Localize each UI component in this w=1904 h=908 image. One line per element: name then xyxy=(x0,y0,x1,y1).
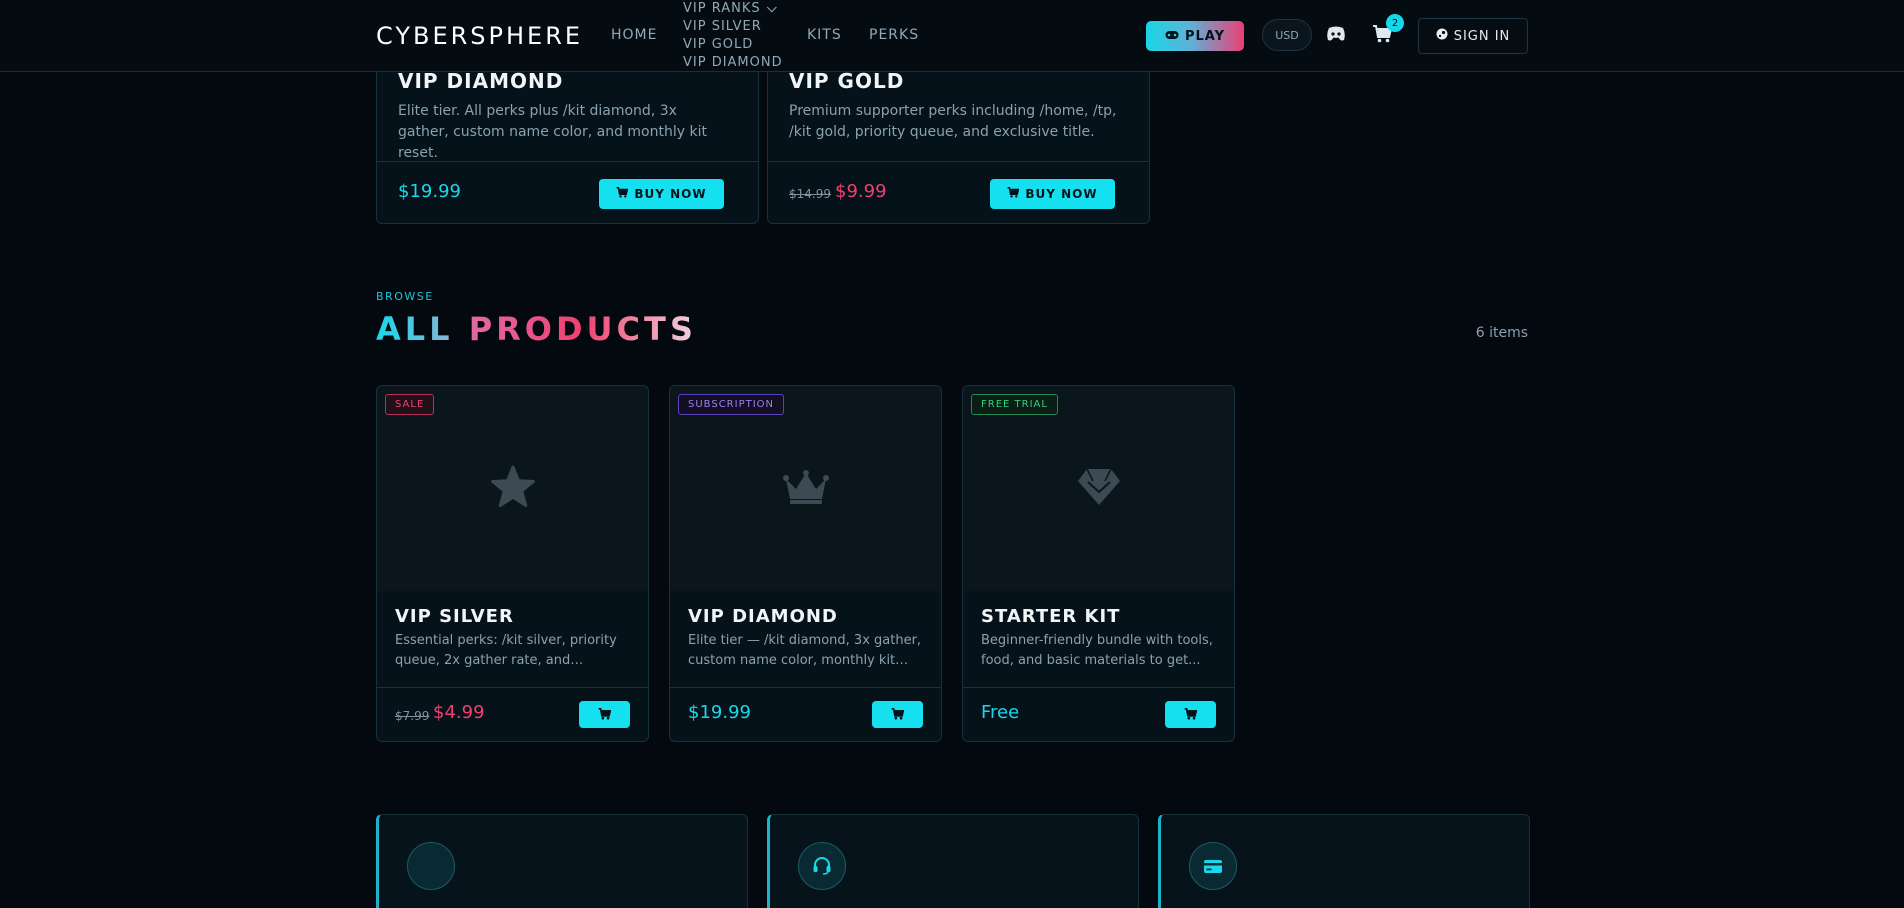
featured-title: VIP GOLD xyxy=(789,69,905,93)
section-title-part1: ALL xyxy=(376,310,454,348)
chevron-down-icon xyxy=(766,1,777,12)
add-to-cart-button[interactable] xyxy=(579,701,630,728)
card-divider xyxy=(377,161,758,162)
cart-icon xyxy=(1184,705,1198,724)
product-image xyxy=(963,386,1234,591)
menu-item-vip-silver[interactable]: VIP SILVER xyxy=(683,18,783,36)
top-nav-bar: CYBERSPHERE HOME VIP RANKS VIP SILVER VI… xyxy=(0,0,1904,72)
section-eyebrow: BROWSE xyxy=(376,290,434,303)
buy-now-label: BUY NOW xyxy=(1025,187,1098,201)
product-image xyxy=(377,386,648,591)
currency-selector[interactable]: USD xyxy=(1262,19,1312,51)
site-logo[interactable]: CYBERSPHERE xyxy=(376,22,583,50)
buy-now-label: BUY NOW xyxy=(634,187,707,201)
play-label: PLAY xyxy=(1184,28,1226,44)
vip-ranks-label: VIP RANKS xyxy=(683,1,761,16)
add-to-cart-button[interactable] xyxy=(872,701,923,728)
section-title: ALL PRODUCTS xyxy=(376,310,697,348)
featured-sale-price: $9.99 xyxy=(835,181,887,202)
product-card-vip-diamond[interactable]: SUBSCRIPTION VIP DIAMOND Elite tier — /k… xyxy=(669,385,942,742)
sign-in-label: SIGN IN xyxy=(1453,28,1511,44)
free-trial-badge: FREE TRIAL xyxy=(971,394,1058,415)
steam-icon xyxy=(1436,28,1448,44)
cart-icon xyxy=(598,705,612,724)
product-price: $19.99 xyxy=(688,702,751,723)
product-title: VIP DIAMOND xyxy=(688,606,838,627)
vip-ranks-menu: VIP RANKS VIP SILVER VIP GOLD VIP DIAMON… xyxy=(683,0,783,72)
cart-icon xyxy=(891,705,905,724)
add-to-cart-button[interactable] xyxy=(1165,701,1216,728)
discord-icon[interactable] xyxy=(1326,26,1346,46)
card-divider xyxy=(963,687,1234,688)
product-description: Beginner-friendly bundle with tools, foo… xyxy=(981,633,1213,668)
product-title: VIP SILVER xyxy=(395,606,514,627)
product-image xyxy=(670,386,941,591)
feature-card-payment xyxy=(1158,814,1530,908)
circle-icon xyxy=(407,842,455,890)
product-price: Free xyxy=(981,702,1020,723)
product-description: Elite tier — /kit diamond, 3x gather, cu… xyxy=(688,633,922,668)
card-divider xyxy=(768,161,1149,162)
star-icon xyxy=(490,465,536,513)
product-old-price: $7.99 xyxy=(395,709,430,723)
card-icon xyxy=(1189,842,1237,890)
product-card-vip-silver[interactable]: SALE VIP SILVER Essential perks: /kit si… xyxy=(376,385,649,742)
vip-ranks-dropdown[interactable]: VIP RANKS xyxy=(683,0,783,18)
buy-now-button[interactable]: BUY NOW xyxy=(599,179,724,209)
nav-home[interactable]: HOME xyxy=(611,27,657,43)
nav-kits[interactable]: KITS xyxy=(807,27,842,43)
buy-now-button[interactable]: BUY NOW xyxy=(990,179,1115,209)
feature-card-support xyxy=(767,814,1139,908)
featured-old-price: $14.99 xyxy=(789,187,831,201)
item-count: 6 items xyxy=(1475,325,1528,341)
featured-price: $19.99 xyxy=(398,181,461,202)
featured-description: Premium supporter perks including /home,… xyxy=(789,103,1117,140)
nav-perks[interactable]: PERKS xyxy=(869,27,919,43)
card-divider xyxy=(670,687,941,688)
headset-icon xyxy=(798,842,846,890)
product-title: STARTER KIT xyxy=(981,606,1121,627)
cart-icon xyxy=(616,186,629,201)
subscription-badge: SUBSCRIPTION xyxy=(678,394,785,415)
section-title-part2: PRODUCTS xyxy=(468,310,697,348)
product-sale-price: $4.99 xyxy=(433,702,485,723)
sale-badge: SALE xyxy=(385,394,435,415)
menu-item-vip-diamond[interactable]: VIP DIAMOND xyxy=(683,54,783,72)
cart-icon xyxy=(1007,186,1020,201)
menu-item-vip-gold[interactable]: VIP GOLD xyxy=(683,36,783,54)
gem-icon xyxy=(1077,467,1121,511)
product-card-starter-kit[interactable]: FREE TRIAL STARTER KIT Beginner-friendly… xyxy=(962,385,1235,742)
product-description: Essential perks: /kit silver, priority q… xyxy=(395,633,617,668)
crown-icon xyxy=(782,469,830,509)
featured-title: VIP DIAMOND xyxy=(398,69,564,93)
featured-description: Elite tier. All perks plus /kit diamond,… xyxy=(398,103,707,161)
play-button[interactable]: PLAY xyxy=(1146,21,1244,51)
feature-card xyxy=(376,814,748,908)
sign-in-button[interactable]: SIGN IN xyxy=(1418,18,1528,54)
gamepad-icon xyxy=(1165,29,1179,44)
card-divider xyxy=(377,687,648,688)
cart-count-badge: 2 xyxy=(1386,14,1404,32)
